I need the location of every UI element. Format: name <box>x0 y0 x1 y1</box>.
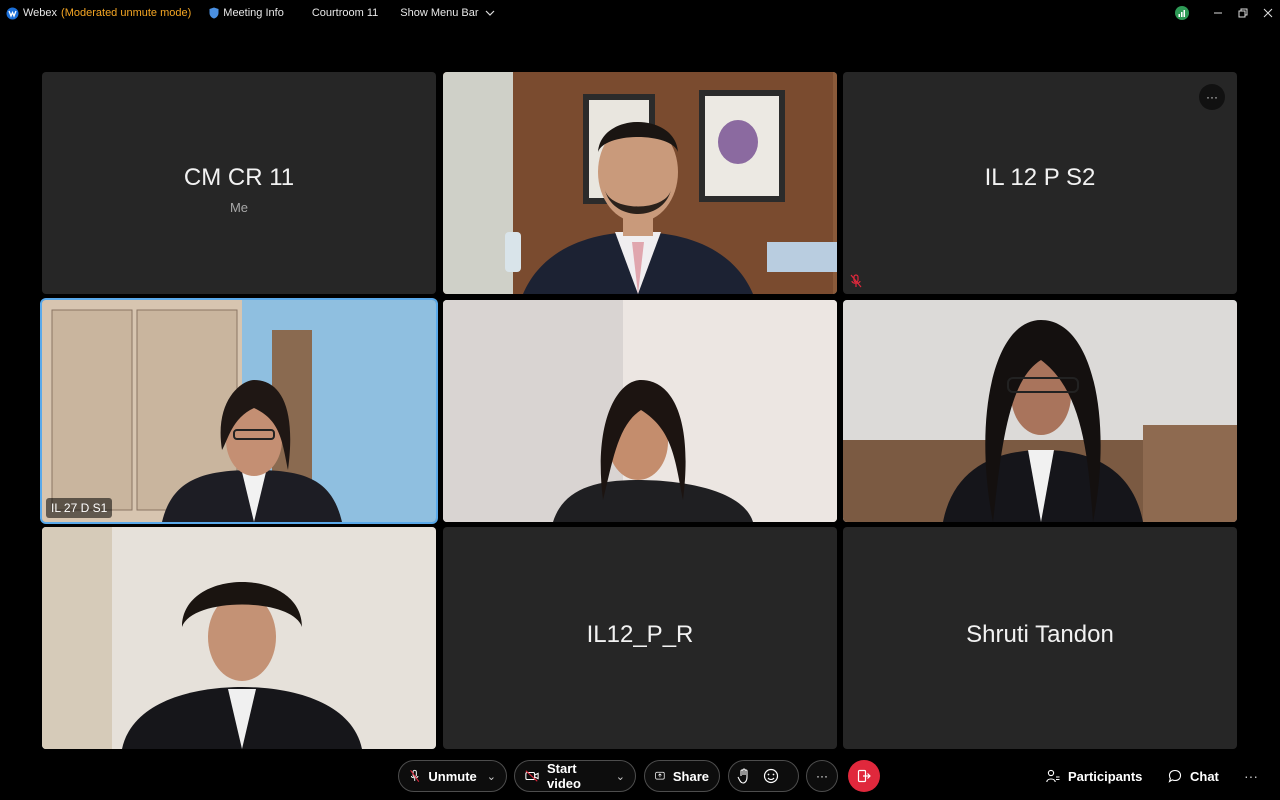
moderated-mode-label: (Moderated unmute mode) <box>61 7 192 19</box>
reactions-group <box>728 760 799 792</box>
participant-name: IL 12 P S2 <box>984 164 1096 191</box>
participant-video-tile-active[interactable]: IL 27 D S1 <box>42 300 436 522</box>
tile-more-options-button[interactable]: ··· <box>1199 84 1225 110</box>
app-name: Webex <box>23 7 58 19</box>
chat-icon <box>1168 769 1182 783</box>
participant-tile[interactable]: IL12_P_R <box>443 527 837 749</box>
meeting-name: Courtroom 11 <box>311 7 379 19</box>
participant-video-tile[interactable] <box>443 72 837 294</box>
chevron-down-icon[interactable]: ⌄ <box>487 770 496 783</box>
webex-logo-icon <box>6 7 19 20</box>
share-button[interactable]: Share <box>644 760 720 792</box>
participants-icon <box>1046 769 1060 783</box>
participant-video <box>42 527 436 749</box>
more-icon: ··· <box>816 769 828 783</box>
restore-button[interactable] <box>1230 0 1255 26</box>
title-bar: Webex (Moderated unmute mode) Meeting In… <box>0 0 1280 26</box>
participant-video <box>443 300 837 522</box>
participant-video <box>42 300 436 522</box>
chat-label: Chat <box>1190 768 1219 784</box>
show-menu-bar-label: Show Menu Bar <box>400 7 479 19</box>
start-video-label: Start video <box>547 761 581 791</box>
minimize-icon <box>1213 12 1222 14</box>
participant-video-tile[interactable] <box>443 300 837 522</box>
chevron-down-icon <box>485 10 494 16</box>
more-icon: ··· <box>1244 768 1258 784</box>
meeting-info-button[interactable]: Meeting Info <box>209 7 284 19</box>
chevron-down-icon[interactable]: ⌄ <box>616 770 625 783</box>
participant-video <box>843 300 1237 522</box>
panel-more-button[interactable]: ··· <box>1244 760 1258 792</box>
minimize-button[interactable] <box>1205 0 1230 26</box>
muted-microphone-icon <box>850 274 862 288</box>
close-icon <box>1263 8 1272 18</box>
participant-tile[interactable]: Shruti Tandon <box>843 527 1237 749</box>
start-video-button[interactable]: Start video ⌄ <box>514 760 636 792</box>
participant-name: Shruti Tandon <box>966 621 1114 648</box>
leave-icon <box>857 769 871 783</box>
more-icon: ··· <box>1206 90 1218 104</box>
raise-hand-icon[interactable] <box>737 768 751 784</box>
participant-video <box>443 72 837 294</box>
participant-name: IL12_P_R <box>586 621 694 648</box>
more-options-button[interactable]: ··· <box>806 760 838 792</box>
participant-tile-self[interactable]: CM CR 11 Me <box>42 72 436 294</box>
participant-name: CM CR 11 <box>183 164 295 191</box>
share-label: Share <box>672 768 709 784</box>
meeting-info-label: Meeting Info <box>223 7 284 19</box>
share-icon <box>655 771 665 780</box>
unmute-label: Unmute <box>428 768 477 784</box>
restore-icon <box>1238 8 1247 18</box>
participants-button[interactable]: Participants <box>1046 760 1142 792</box>
participant-name-label: IL 27 D S1 <box>46 498 113 518</box>
participant-tile[interactable]: ··· IL 12 P S2 <box>843 72 1237 294</box>
unmute-button[interactable]: Unmute ⌄ <box>398 760 507 792</box>
muted-microphone-icon <box>410 769 420 783</box>
video-off-icon <box>525 770 539 782</box>
chat-button[interactable]: Chat <box>1168 760 1219 792</box>
participant-self-label: Me <box>229 200 249 215</box>
shield-icon <box>209 7 219 19</box>
leave-meeting-button[interactable] <box>848 760 880 792</box>
participant-video-tile[interactable] <box>42 527 436 749</box>
reactions-icon[interactable] <box>763 768 779 784</box>
connection-status-icon[interactable] <box>1175 6 1189 20</box>
show-menu-bar-button[interactable]: Show Menu Bar <box>400 7 494 19</box>
meeting-controls-toolbar: Unmute ⌄ Start video ⌄ Share ··· Partici… <box>0 752 1280 800</box>
participants-label: Participants <box>1068 768 1143 784</box>
close-button[interactable] <box>1255 0 1280 26</box>
participant-video-tile[interactable] <box>843 300 1237 522</box>
